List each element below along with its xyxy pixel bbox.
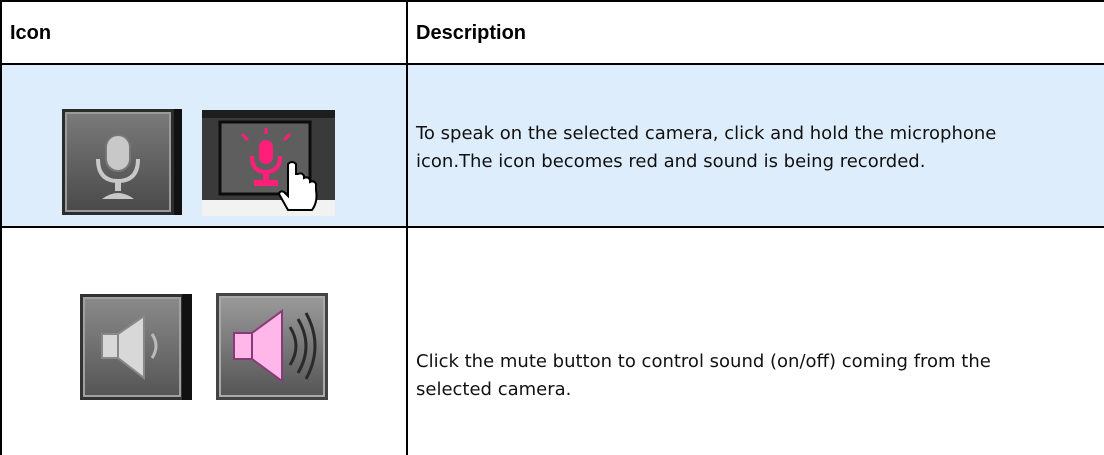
microphone-active-icon[interactable] (202, 110, 335, 216)
speaker-on-icon[interactable] (216, 293, 328, 400)
header-description: Description (416, 22, 527, 44)
icon-description-table: Icon Description To speak on the selecte… (0, 0, 1104, 455)
header-divider (0, 63, 1104, 65)
speaker-muted-icon (80, 294, 192, 400)
row-description-line2: selected camera. (416, 379, 572, 400)
table-border-top (0, 0, 1104, 2)
row-divider (0, 226, 1104, 228)
microphone-icon (62, 109, 182, 215)
row-description-line1: To speak on the selected camera, click a… (416, 123, 997, 144)
header-icon: Icon (10, 22, 52, 44)
row-description-line2: icon.The icon becomes red and sound is b… (416, 151, 926, 172)
row-description-line1: Click the mute button to control sound (… (416, 351, 991, 372)
